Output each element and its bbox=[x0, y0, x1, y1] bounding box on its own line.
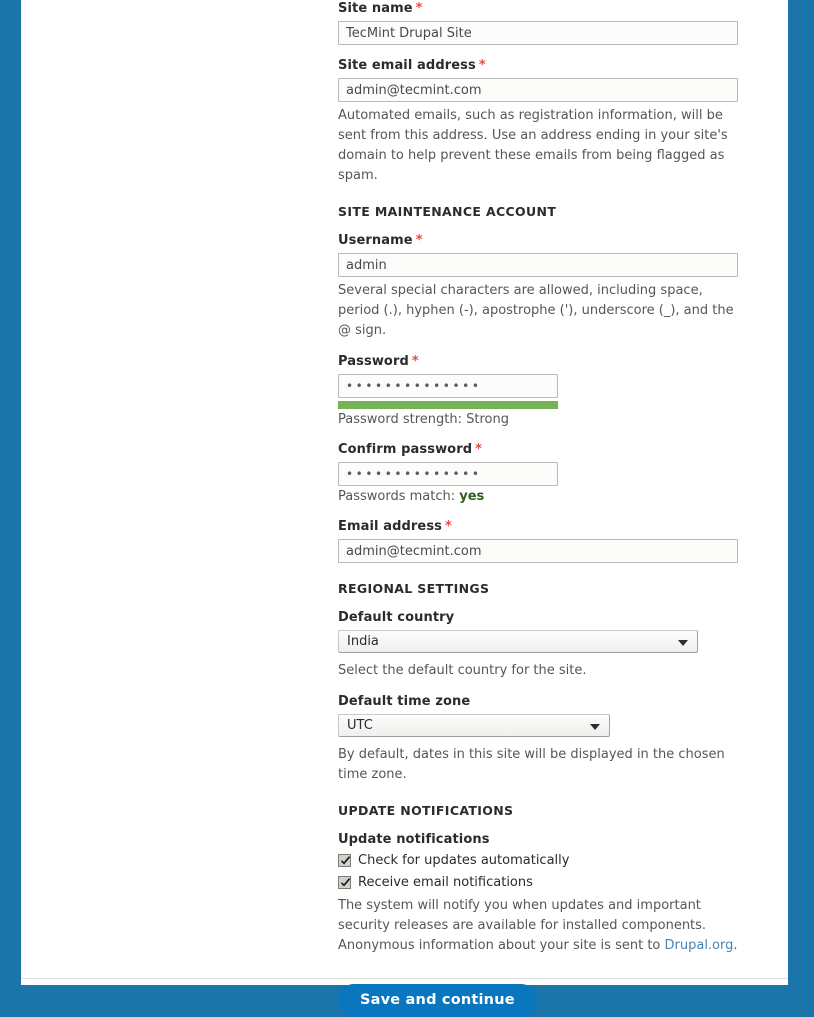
required-asterisk: * bbox=[415, 1, 423, 16]
field-update-notifications: Update notifications Check for updates a… bbox=[338, 831, 738, 956]
site-email-label-text: Site email address bbox=[338, 58, 476, 73]
field-default-timezone: Default time zone UTC By default, dates … bbox=[338, 693, 738, 785]
update-description-part2: . bbox=[733, 938, 738, 953]
required-asterisk: * bbox=[475, 442, 483, 457]
checkbox-check-updates-automatically[interactable] bbox=[338, 854, 351, 867]
chevron-down-icon bbox=[678, 640, 688, 646]
password-strength-value: Strong bbox=[466, 412, 509, 427]
field-confirm-password: Confirm password* Passwords match: yes bbox=[338, 441, 738, 506]
confirm-password-label-text: Confirm password bbox=[338, 442, 473, 457]
field-site-name: Site name * bbox=[338, 0, 738, 45]
account-email-input[interactable] bbox=[338, 539, 738, 563]
checkmark-icon bbox=[340, 878, 351, 887]
confirm-password-input[interactable] bbox=[338, 462, 558, 486]
chevron-down-icon bbox=[590, 724, 600, 730]
default-country-value: India bbox=[347, 634, 379, 649]
passwords-match-value: yes bbox=[459, 489, 485, 504]
required-asterisk: * bbox=[411, 354, 419, 369]
account-email-label-text: Email address bbox=[338, 519, 443, 534]
site-name-label-text: Site name bbox=[338, 1, 413, 16]
field-account-email: Email address * bbox=[338, 518, 738, 563]
required-asterisk: * bbox=[478, 58, 486, 73]
passwords-match-prefix: Passwords match: bbox=[338, 489, 456, 504]
field-default-country: Default country India Select the default… bbox=[338, 609, 738, 681]
site-email-input[interactable] bbox=[338, 78, 738, 102]
password-input[interactable] bbox=[338, 374, 558, 398]
install-configure-form: Site name* Site email address* Automated… bbox=[338, 0, 738, 1017]
default-timezone-label: Default time zone bbox=[338, 694, 471, 709]
site-name-label: Site name * bbox=[338, 0, 738, 17]
username-description: Several special characters are allowed, … bbox=[338, 283, 734, 338]
password-label: Password * bbox=[338, 353, 738, 370]
update-notifications-group-label: Update notifications bbox=[338, 832, 490, 847]
default-country-label: Default country bbox=[338, 610, 455, 625]
section-heading-site-maintenance-account: SITE MAINTENANCE ACCOUNT bbox=[338, 204, 557, 219]
section-heading-update-notifications: UPDATE NOTIFICATIONS bbox=[338, 803, 514, 818]
password-strength-fill bbox=[338, 401, 558, 409]
page-bottom-divider bbox=[21, 978, 788, 979]
passwords-match-text: Passwords match: yes bbox=[338, 488, 738, 506]
default-country-select[interactable]: India bbox=[338, 630, 698, 653]
default-timezone-select[interactable]: UTC bbox=[338, 714, 610, 737]
password-label-text: Password bbox=[338, 354, 409, 369]
username-label: Username * bbox=[338, 232, 738, 249]
checkbox-row-check-updates[interactable]: Check for updates automatically bbox=[338, 852, 738, 869]
update-description-part1: The system will notify you when updates … bbox=[338, 898, 707, 953]
update-notifications-description: The system will notify you when updates … bbox=[338, 896, 738, 956]
confirm-password-label: Confirm password * bbox=[338, 441, 738, 458]
site-email-label: Site email address * bbox=[338, 57, 738, 74]
password-strength-text: Password strength: Strong bbox=[338, 411, 738, 429]
field-username: Username* Several special characters are… bbox=[338, 232, 738, 341]
site-name-input[interactable] bbox=[338, 21, 738, 45]
checkmark-icon bbox=[340, 856, 351, 865]
required-asterisk: * bbox=[445, 519, 452, 534]
checkbox-row-email-notifications[interactable]: Receive email notifications bbox=[338, 874, 738, 891]
required-asterisk: * bbox=[415, 233, 423, 248]
account-email-label: Email address * bbox=[338, 518, 738, 535]
password-strength-prefix: Password strength: bbox=[338, 412, 462, 427]
save-and-continue-button[interactable]: Save and continue bbox=[338, 984, 537, 1017]
username-label-text: Username bbox=[338, 233, 413, 248]
site-email-description: Automated emails, such as registration i… bbox=[338, 108, 728, 183]
default-timezone-value: UTC bbox=[347, 718, 373, 733]
checkbox-check-updates-label: Check for updates automatically bbox=[358, 853, 570, 868]
page-shell: Site name* Site email address* Automated… bbox=[21, 0, 788, 1017]
field-site-email: Site email address* Automated emails, su… bbox=[338, 57, 738, 186]
field-password: Password* Password strength: Strong bbox=[338, 353, 738, 429]
default-timezone-description: By default, dates in this site will be d… bbox=[338, 747, 725, 782]
default-country-description: Select the default country for the site. bbox=[338, 663, 587, 678]
username-input[interactable] bbox=[338, 253, 738, 277]
form-actions: Save and continue bbox=[338, 984, 738, 1017]
checkbox-receive-email-label: Receive email notifications bbox=[358, 875, 533, 890]
section-heading-regional-settings: REGIONAL SETTINGS bbox=[338, 581, 490, 596]
drupal-org-link[interactable]: Drupal.org bbox=[665, 938, 734, 953]
password-strength-meter bbox=[338, 401, 558, 409]
checkbox-receive-email-notifications[interactable] bbox=[338, 876, 351, 889]
